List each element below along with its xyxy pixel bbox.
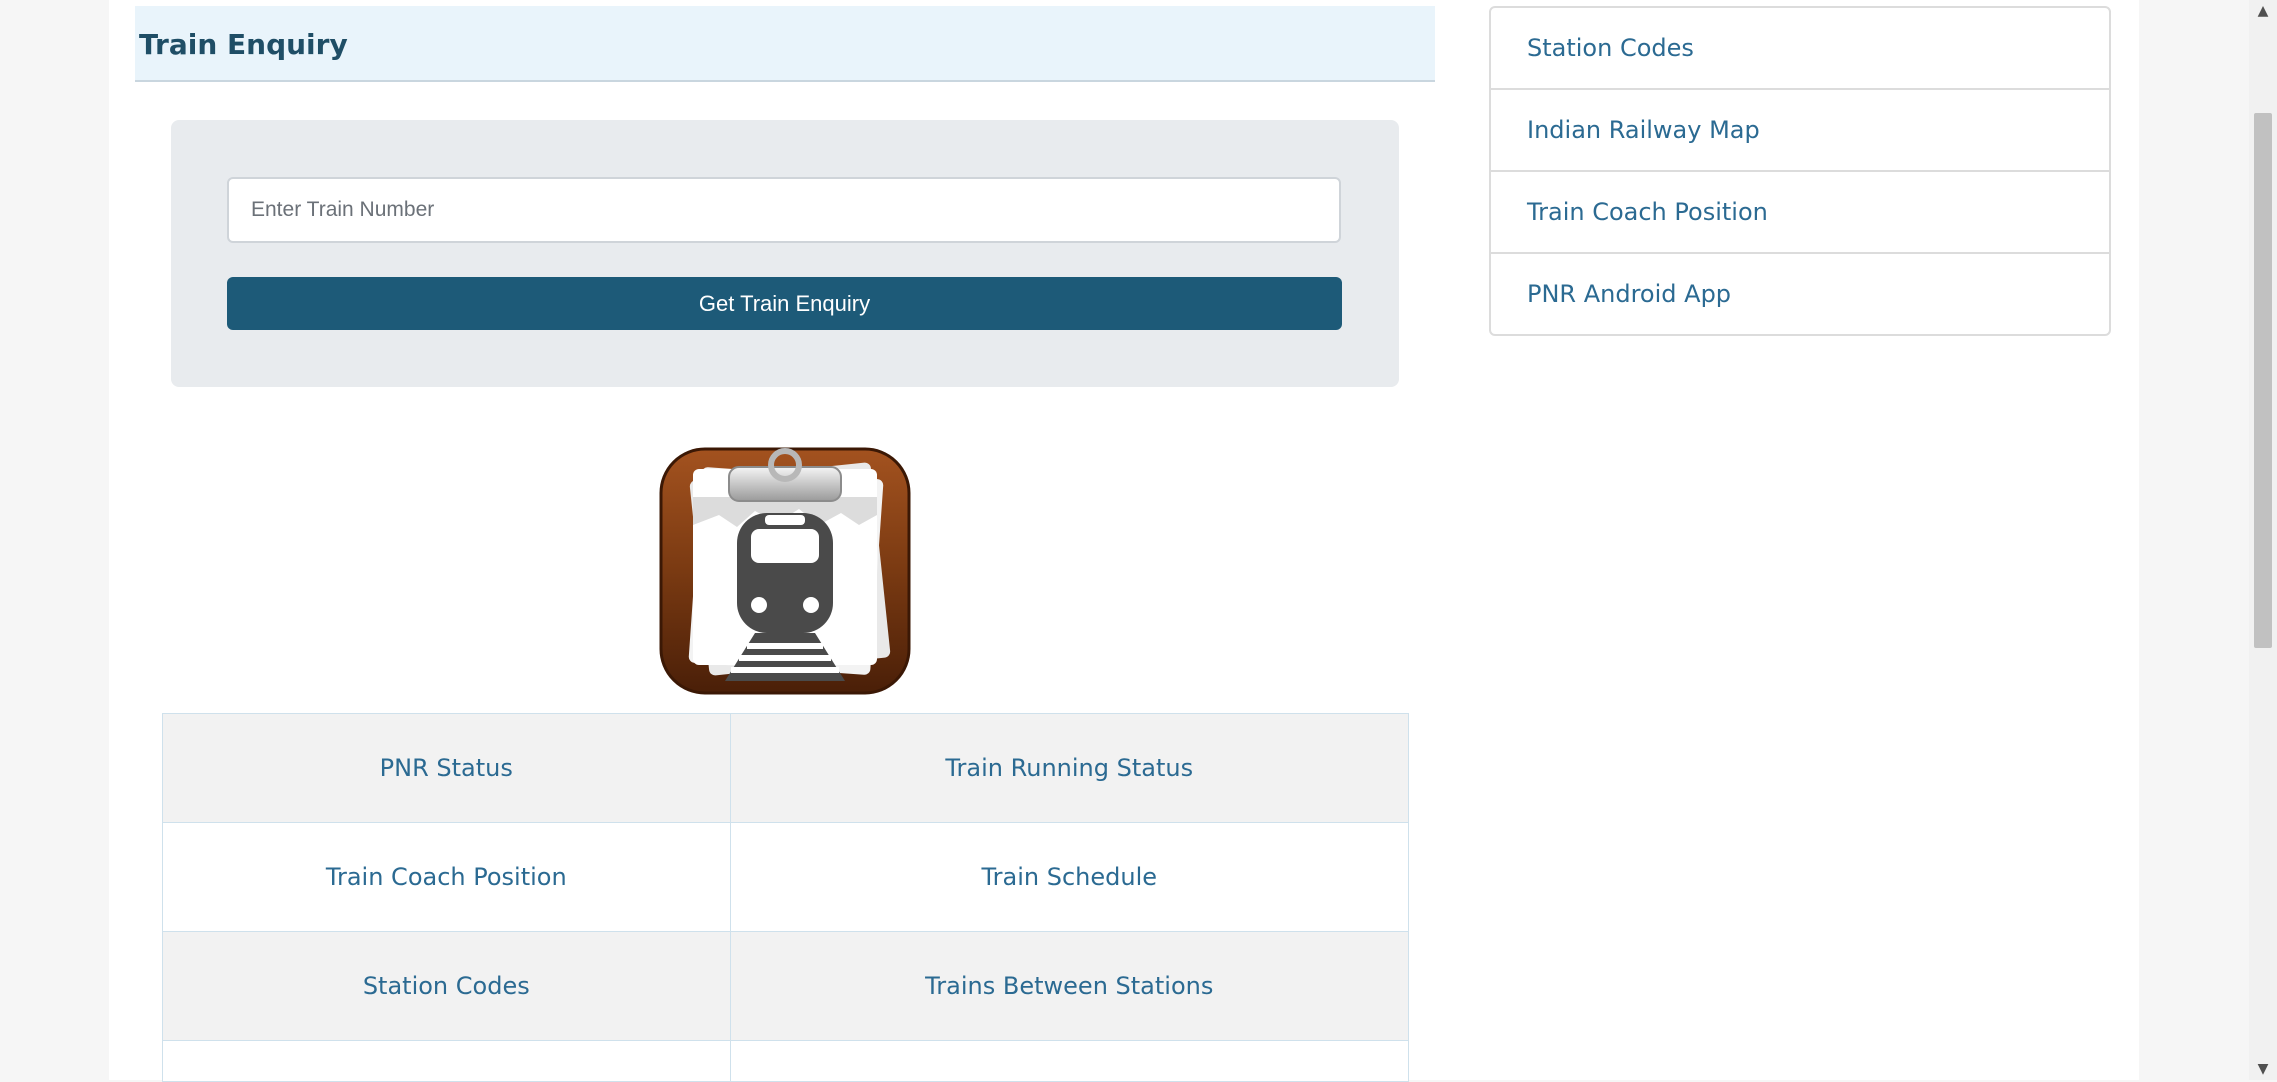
train-running-status-link[interactable]: Train Running Status — [945, 754, 1193, 782]
get-train-enquiry-button[interactable]: Get Train Enquiry — [227, 277, 1342, 330]
train-number-input[interactable] — [227, 177, 1341, 243]
quick-links-table: PNR Status Train Running Status Train Co… — [162, 713, 1410, 1082]
sidebar-item-pnr-android-app[interactable]: PNR Android App — [1491, 254, 2109, 334]
table-row — [162, 1040, 1410, 1082]
chevron-down-icon[interactable]: ▼ — [2249, 1058, 2277, 1080]
table-cell: PNR Status — [162, 713, 731, 823]
vertical-scrollbar[interactable]: ▲ ▼ — [2249, 0, 2277, 1080]
table-cell — [729, 1040, 1410, 1082]
table-cell — [162, 1040, 731, 1082]
table-cell: Train Coach Position — [162, 822, 731, 932]
table-row: Station Codes Trains Between Stations — [162, 931, 1410, 1041]
sidebar-item-indian-railway-map[interactable]: Indian Railway Map — [1491, 90, 2109, 172]
table-cell: Train Schedule — [729, 822, 1410, 932]
table-row: Train Coach Position Train Schedule — [162, 822, 1410, 932]
train-coach-position-link[interactable]: Train Coach Position — [326, 863, 567, 891]
trains-between-stations-link[interactable]: Trains Between Stations — [925, 972, 1213, 1000]
train-clipboard-icon — [659, 445, 911, 697]
sidebar-list: Station Codes Indian Railway Map Train C… — [1489, 6, 2111, 336]
table-cell: Trains Between Stations — [729, 931, 1410, 1041]
station-codes-link[interactable]: Station Codes — [363, 972, 530, 1000]
train-schedule-link[interactable]: Train Schedule — [982, 863, 1158, 891]
sidebar-item-train-coach-position[interactable]: Train Coach Position — [1491, 172, 2109, 254]
table-cell: Train Running Status — [729, 713, 1410, 823]
chevron-up-icon[interactable]: ▲ — [2249, 0, 2277, 22]
pnr-status-link[interactable]: PNR Status — [380, 754, 513, 782]
page-title: Train Enquiry — [139, 28, 348, 61]
sidebar-item-station-codes[interactable]: Station Codes — [1491, 8, 2109, 90]
scrollbar-thumb[interactable] — [2254, 113, 2272, 648]
table-row: PNR Status Train Running Status — [162, 713, 1410, 823]
section-header: Train Enquiry — [135, 6, 1435, 82]
train-enquiry-form: Get Train Enquiry — [171, 120, 1399, 387]
table-cell: Station Codes — [162, 931, 731, 1041]
